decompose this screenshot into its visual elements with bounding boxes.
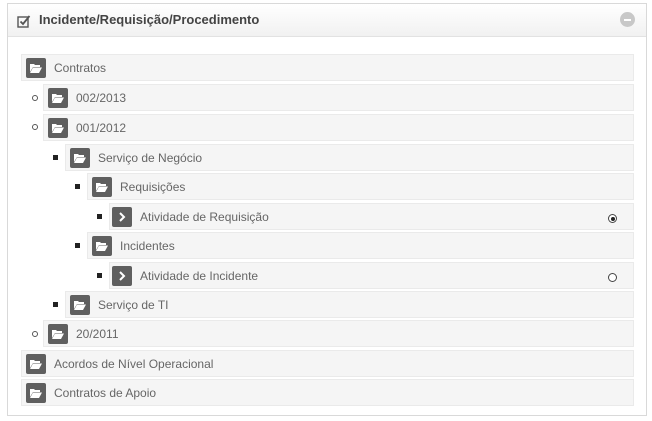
tree-node-label: Serviço de TI — [98, 297, 169, 312]
tree-node-label: Atividade de Incidente — [140, 268, 259, 283]
folder-open-icon — [26, 57, 46, 78]
tree-bullet — [32, 124, 38, 130]
folder-open-icon — [70, 294, 90, 315]
tree-bullet — [97, 214, 102, 219]
tree-bullet — [75, 243, 80, 248]
panel-title: Incidente/Requisição/Procedimento — [39, 12, 260, 27]
tree-bullet — [53, 302, 58, 307]
folder-open-icon — [26, 382, 46, 403]
folder-open-icon — [92, 235, 112, 256]
panel: Incidente/Requisição/Procedimento Contra… — [7, 3, 647, 416]
tree-node-001-2012[interactable]: 001/2012 — [43, 114, 634, 141]
tree-bullet — [97, 273, 102, 278]
tree-node-requisicoes[interactable]: Requisições — [87, 173, 634, 200]
tree-bullet — [32, 331, 38, 337]
tree-node-label: 001/2012 — [76, 120, 127, 135]
folder-open-icon — [48, 87, 68, 108]
folder-open-icon — [26, 353, 46, 374]
check-square-icon — [17, 15, 31, 28]
tree-node-contratos[interactable]: Contratos — [21, 54, 634, 81]
tree-node-acordos[interactable]: Acordos de Nível Operacional — [21, 350, 634, 377]
chevron-right-icon — [112, 265, 132, 286]
tree-bullet — [75, 184, 80, 189]
tree-node-atividade-incidente[interactable]: Atividade de Incidente — [109, 262, 634, 289]
tree-node-servico-negocio[interactable]: Serviço de Negócio — [65, 144, 634, 171]
tree-node-atividade-requisicao[interactable]: Atividade de Requisição — [109, 203, 634, 230]
radio-atividade-requisicao[interactable] — [608, 214, 617, 223]
tree-node-incidentes[interactable]: Incidentes — [87, 232, 634, 259]
tree-view: Contratos 002/2013 001/2012 Serviço de N… — [8, 38, 646, 416]
tree-node-label: Incidentes — [120, 238, 175, 253]
radio-atividade-incidente[interactable] — [608, 273, 617, 282]
tree-node-label: Acordos de Nível Operacional — [54, 356, 214, 371]
folder-open-icon — [70, 147, 90, 168]
tree-node-label: Contratos de Apoio — [54, 385, 157, 400]
tree-node-label: Serviço de Negócio — [98, 150, 203, 165]
tree-node-label: 002/2013 — [76, 90, 127, 105]
tree-node-label: Requisições — [120, 179, 186, 194]
tree-bullet — [32, 95, 38, 101]
folder-open-icon — [48, 117, 68, 138]
chevron-right-icon — [112, 206, 132, 227]
tree-bullet — [53, 155, 58, 160]
tree-node-20-2011[interactable]: 20/2011 — [43, 320, 634, 347]
tree-node-label: 20/2011 — [76, 326, 119, 341]
minus-circle-icon[interactable] — [620, 12, 635, 27]
tree-node-contratos-apoio[interactable]: Contratos de Apoio — [21, 379, 634, 406]
tree-node-label: Atividade de Requisição — [140, 209, 269, 224]
panel-header: Incidente/Requisição/Procedimento — [8, 4, 646, 37]
tree-node-label: Contratos — [54, 60, 107, 75]
tree-node-002-2013[interactable]: 002/2013 — [43, 84, 634, 111]
folder-open-icon — [48, 323, 68, 344]
folder-open-icon — [92, 176, 112, 197]
tree-node-servico-ti[interactable]: Serviço de TI — [65, 291, 634, 318]
